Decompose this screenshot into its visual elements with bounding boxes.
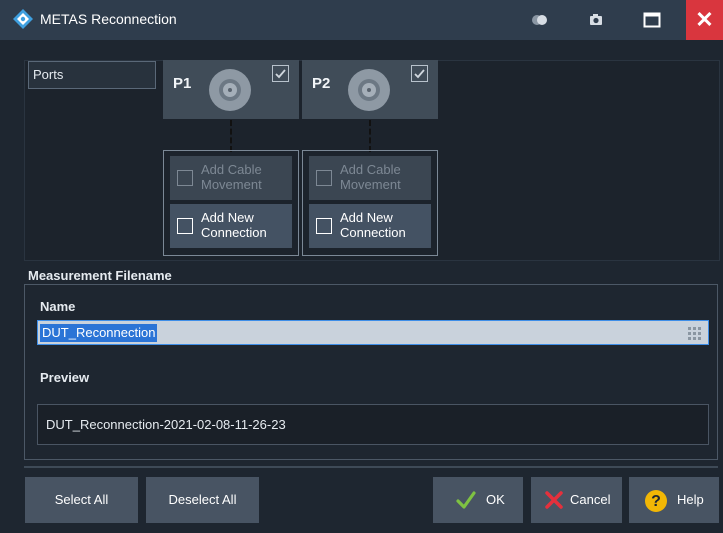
preview-label: Preview	[40, 370, 90, 385]
checkbox[interactable]	[316, 218, 332, 234]
cancel-button[interactable]: Cancel	[531, 477, 622, 523]
toggle-icon[interactable]	[528, 8, 552, 32]
select-all-button[interactable]: Select All	[25, 477, 138, 523]
option-label: Add Cable Movement	[201, 162, 262, 192]
window-title: METAS Reconnection	[40, 11, 177, 27]
port-connection-line	[369, 120, 371, 152]
add-new-connection-option[interactable]: Add New Connection	[170, 204, 292, 248]
svg-text:?: ?	[651, 493, 661, 510]
keypad-icon[interactable]	[688, 327, 701, 340]
title-bar: METAS Reconnection ✕	[0, 0, 723, 40]
cancel-x-icon	[545, 491, 563, 509]
divider	[24, 466, 718, 468]
deselect-all-button[interactable]: Deselect All	[146, 477, 259, 523]
camera-icon[interactable]	[584, 8, 608, 32]
add-new-connection-option[interactable]: Add New Connection	[309, 204, 431, 248]
port-actions-p2: Add Cable Movement Add New Connection	[302, 150, 438, 256]
help-button[interactable]: ? Help	[629, 477, 719, 523]
port-checkbox[interactable]	[411, 65, 428, 82]
cancel-label: Cancel	[570, 492, 611, 507]
option-label: Add New Connection	[201, 210, 267, 240]
section-heading: Measurement Filename	[28, 268, 172, 283]
option-label: Add New Connection	[340, 210, 406, 240]
checkbox[interactable]	[177, 218, 193, 234]
preview-field: DUT_Reconnection-2021-02-08-11-26-23	[37, 404, 709, 445]
checkbox[interactable]	[177, 170, 193, 186]
close-icon[interactable]: ✕	[686, 0, 723, 40]
port-actions-p1: Add Cable Movement Add New Connection	[163, 150, 299, 256]
port-name: P1	[173, 75, 192, 92]
help-icon: ?	[645, 490, 667, 512]
name-label: Name	[40, 299, 76, 314]
port-checkbox[interactable]	[272, 65, 289, 82]
checkmark-icon	[414, 69, 425, 79]
ok-button[interactable]: OK	[433, 477, 523, 523]
maximize-icon[interactable]	[640, 8, 664, 32]
port-connector-icon	[209, 69, 251, 111]
app-logo-icon	[13, 9, 33, 29]
port-name: P2	[312, 75, 331, 92]
checkmark-icon	[275, 69, 286, 79]
checkbox[interactable]	[316, 170, 332, 186]
help-label: Help	[677, 492, 704, 507]
port-tile-p1[interactable]: P1	[163, 60, 299, 119]
checkmark-icon	[456, 491, 476, 509]
add-cable-movement-option[interactable]: Add Cable Movement	[309, 156, 431, 200]
name-input[interactable]: DUT_Reconnection	[37, 320, 709, 345]
port-connector-icon	[348, 69, 390, 111]
port-connection-line	[230, 120, 232, 152]
ok-label: OK	[486, 492, 505, 507]
option-label: Add Cable Movement	[340, 162, 401, 192]
add-cable-movement-option[interactable]: Add Cable Movement	[170, 156, 292, 200]
ports-label: Ports	[28, 61, 156, 89]
name-input-value: DUT_Reconnection	[40, 324, 158, 342]
port-tile-p2[interactable]: P2	[302, 60, 438, 119]
